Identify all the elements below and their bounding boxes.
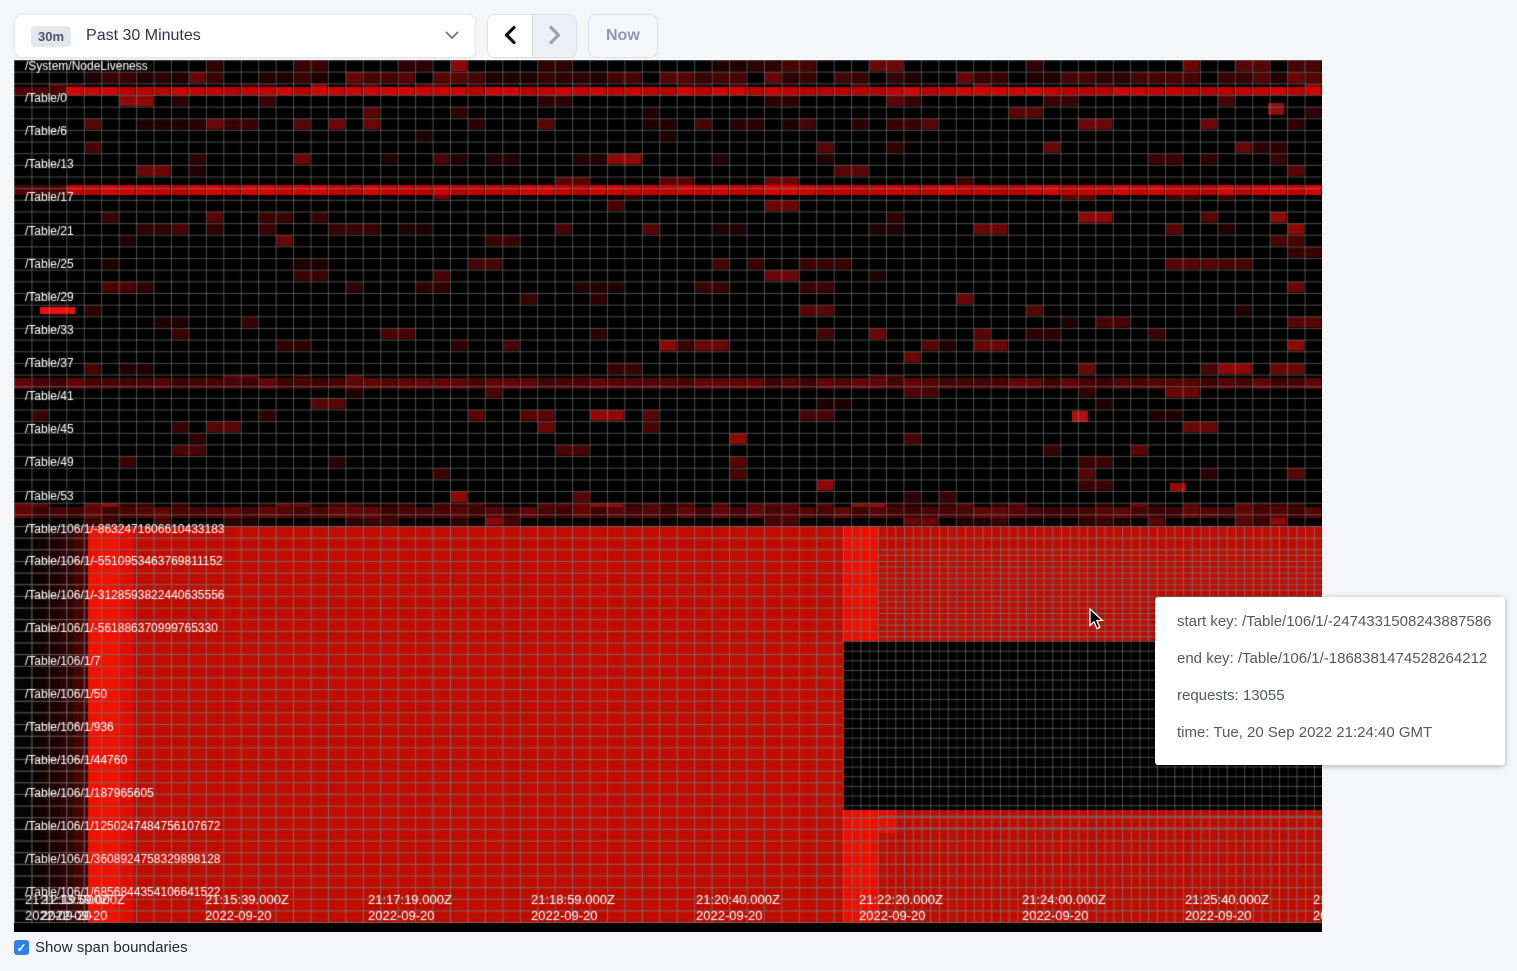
show-span-boundaries-control: ✓ Show span boundaries <box>14 939 188 956</box>
chevron-left-icon <box>503 25 517 48</box>
time-range-label: Past 30 Minutes <box>86 27 445 45</box>
heatmap-tooltip: start key: /Table/106/1/-247433150824388… <box>1155 597 1505 765</box>
show-span-boundaries-label: Show span boundaries <box>35 939 188 956</box>
tooltip-time: time: Tue, 20 Sep 2022 21:24:40 GMT <box>1177 725 1487 741</box>
chevron-right-icon <box>548 25 562 48</box>
show-span-boundaries-checkbox[interactable]: ✓ <box>14 940 29 955</box>
now-button[interactable]: Now <box>588 14 658 58</box>
tooltip-end-key: end key: /Table/106/1/-18683814745282642… <box>1177 651 1487 667</box>
tooltip-requests: requests: 13055 <box>1177 688 1487 704</box>
toolbar: 30m Past 30 Minutes Now <box>14 14 658 58</box>
time-range-badge: 30m <box>31 26 71 47</box>
time-range-select[interactable]: 30m Past 30 Minutes <box>14 14 476 58</box>
keyvis-heatmap-canvas[interactable] <box>14 60 1322 932</box>
back-button[interactable] <box>488 15 532 57</box>
heatmap-area: start key: /Table/106/1/-247433150824388… <box>14 60 1322 932</box>
tooltip-start-key: start key: /Table/106/1/-247433150824388… <box>1177 614 1487 630</box>
forward-button[interactable] <box>532 15 576 57</box>
time-nav-group <box>487 14 577 58</box>
key-visualizer-page: 30m Past 30 Minutes Now start key: /Tabl <box>0 0 1517 971</box>
chevron-down-icon <box>445 27 459 45</box>
